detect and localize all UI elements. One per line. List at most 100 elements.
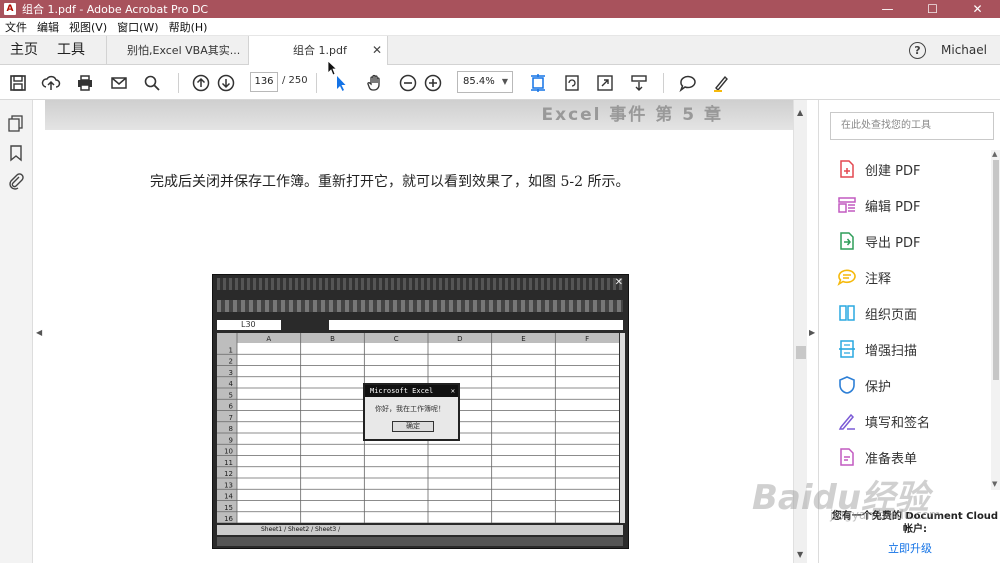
sheet-column-label: B (330, 335, 335, 343)
acrobat-app-icon: A (4, 3, 16, 15)
tool-create-pdf[interactable]: 创建 PDF (837, 157, 920, 181)
sheet-row-label: 3 (229, 369, 233, 377)
tool-comment[interactable]: 注释 (837, 265, 891, 289)
sheet-column-label: A (266, 335, 271, 343)
sheet-row-label: 2 (229, 358, 233, 366)
zoom-in-icon[interactable] (422, 72, 444, 94)
hand-icon[interactable] (364, 72, 386, 94)
user-account[interactable]: Michael (941, 36, 987, 65)
save-icon[interactable] (7, 72, 29, 94)
tool-export-pdf[interactable]: 导出 PDF (837, 229, 920, 253)
tool-label: 准备表单 (865, 451, 918, 467)
sheet-column-label: F (585, 335, 589, 343)
scrollbar-thumb[interactable] (796, 346, 806, 359)
scroll-mode-icon[interactable] (628, 72, 650, 94)
tool-enhance-scan[interactable]: 增强扫描 (837, 337, 917, 361)
collapse-right-pane-icon[interactable]: ▶ (809, 328, 815, 337)
email-icon[interactable] (108, 72, 130, 94)
sheet-row-label: 14 (224, 493, 233, 501)
attachment-icon[interactable] (7, 172, 25, 190)
figure-toolbar (217, 300, 623, 312)
menu-file[interactable]: 文件 (0, 19, 32, 35)
sheet-row-label: 8 (229, 425, 233, 433)
tool-organize-pages[interactable]: 组织页面 (837, 301, 917, 325)
full-screen-icon[interactable] (594, 72, 616, 94)
left-navigation-pane (0, 100, 33, 563)
document-paragraph: 完成后关闭并保存工作簿。重新打开它，就可以看到效果了，如图 5-2 所示。 (150, 174, 630, 190)
sheet-row-label: 9 (229, 436, 233, 444)
tab-home[interactable]: 主页 (10, 36, 38, 65)
tools-pane-scrollbar[interactable]: ▲ ▼ (991, 150, 1000, 490)
maximize-button[interactable]: ☐ (910, 0, 955, 18)
zoom-select[interactable]: 85.4% ▼ (457, 71, 513, 93)
watermark-sub: jingyan.baidu.com (830, 508, 941, 522)
menu-edit[interactable]: 编辑 (32, 19, 64, 35)
collapse-left-pane-icon[interactable]: ◀ (36, 328, 42, 337)
figure-sheet-tabs: Sheet1 / Sheet2 / Sheet3 / (217, 525, 623, 535)
tab-bar: 主页 工具 别怕,Excel VBA其实... 组合 1.pdf ✕ ? Mic… (0, 36, 1000, 66)
sheet-row-label: 7 (229, 414, 233, 422)
sheet-row-label: 1 (229, 346, 233, 354)
scroll-up-icon[interactable]: ▲ (797, 108, 803, 117)
sheet-row-label: 11 (224, 459, 233, 467)
menu-help[interactable]: 帮助(H) (164, 19, 213, 35)
sheet-row-label: 13 (224, 481, 233, 489)
tool-edit-pdf[interactable]: 编辑 PDF (837, 193, 920, 217)
tab-close-icon[interactable]: ✕ (372, 36, 382, 65)
menu-window[interactable]: 窗口(W) (112, 19, 163, 35)
figure-scrollbar (619, 333, 625, 523)
scrollbar-thumb[interactable] (993, 160, 999, 380)
sheet-column-label: D (457, 335, 462, 343)
page-header-text: Excel 事件 第 5 章 (541, 105, 723, 125)
bookmark-icon[interactable] (7, 144, 25, 162)
tab-document-vba[interactable]: 别怕,Excel VBA其实... (106, 36, 248, 65)
page-up-icon[interactable] (190, 72, 212, 94)
sheet-row-label: 5 (229, 391, 233, 399)
page-number-input[interactable]: 136 (250, 72, 278, 92)
toolbar-separator (316, 73, 317, 93)
scroll-up-icon[interactable]: ▲ (992, 150, 997, 158)
tab-tools[interactable]: 工具 (57, 36, 85, 65)
sheet-row-label: 12 (224, 470, 233, 478)
upgrade-now-link[interactable]: 立即升级 (819, 540, 1000, 556)
help-icon[interactable]: ? (909, 42, 926, 59)
search-icon[interactable] (141, 72, 163, 94)
menu-view[interactable]: 视图(V) (64, 19, 112, 35)
upload-icon[interactable] (40, 72, 62, 94)
page-down-icon[interactable] (215, 72, 237, 94)
comment-icon[interactable] (677, 72, 699, 94)
tab-document-active[interactable]: 组合 1.pdf (248, 36, 388, 66)
figure-message-dialog: Microsoft Excel ✕ 你好，我在工作簿呢！ 确定 (363, 383, 460, 441)
sheet-row-label: 15 (224, 504, 233, 512)
scroll-down-icon[interactable]: ▼ (797, 550, 803, 559)
document-page: Excel 事件 第 5 章 完成后关闭并保存工作簿。重新打开它，就可以看到效果… (45, 100, 793, 563)
window-title: 组合 1.pdf - Adobe Acrobat Pro DC (22, 3, 209, 16)
zoom-out-icon[interactable] (397, 72, 419, 94)
zoom-value: 85.4% (463, 76, 495, 87)
fit-page-icon[interactable] (527, 72, 549, 94)
enhance-scan-icon (839, 340, 855, 358)
minimize-button[interactable]: — (865, 0, 910, 18)
print-icon[interactable] (74, 72, 96, 94)
tool-label: 创建 PDF (865, 163, 921, 179)
tool-prepare-form[interactable]: 准备表单 (837, 445, 917, 469)
rotate-icon[interactable] (561, 72, 583, 94)
tool-fill-sign[interactable]: 填写和签名 (837, 409, 930, 433)
export-pdf-icon (840, 232, 854, 250)
comment-icon (837, 269, 856, 286)
baidu-watermark: Baidu经验 jingyan.baidu.com (752, 470, 962, 540)
page-total: / 250 (282, 75, 308, 86)
close-window-button[interactable]: ✕ (955, 0, 1000, 18)
tool-protect[interactable]: 保护 (837, 373, 891, 397)
dialog-title: Microsoft Excel (370, 387, 434, 395)
scroll-down-icon[interactable]: ▼ (992, 480, 997, 488)
toolbar-separator (178, 73, 179, 93)
excel-screenshot-figure: ✕ L30 A B C D E F 1 2 3 4 5 6 7 8 9 10 11 12 13 14 15 16 Shee… (212, 274, 629, 549)
edit-pdf-icon (838, 197, 856, 213)
page-thumbnails-icon[interactable] (7, 114, 25, 132)
tool-label: 注释 (865, 271, 892, 287)
highlight-pen-icon[interactable] (710, 72, 732, 94)
tool-search-input[interactable]: 在此处查找您的工具 (830, 112, 994, 140)
tool-label: 编辑 PDF (865, 199, 921, 215)
dialog-close-icon: ✕ (450, 387, 455, 395)
